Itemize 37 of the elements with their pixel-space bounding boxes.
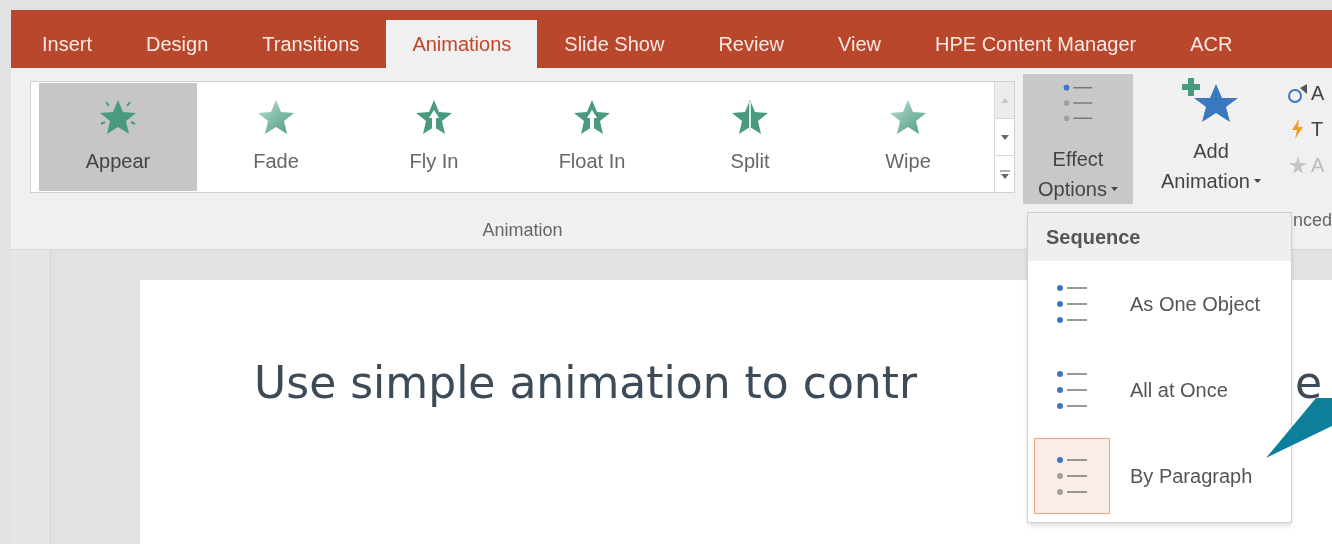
menu-item[interactable]: All at Once (1028, 347, 1291, 433)
caret-up-icon (1000, 97, 1009, 103)
ribbon-command[interactable]: A (1287, 80, 1325, 106)
bullet-list-icon (1061, 82, 1095, 124)
ribbon-tab[interactable]: Transitions (235, 20, 387, 68)
caret-down-icon (1110, 187, 1118, 191)
ribbon-tab[interactable]: Insert (15, 20, 120, 68)
bullet-list-icon (1055, 368, 1089, 412)
callout-pointer (1266, 398, 1332, 458)
bullet-list-icon (1055, 282, 1089, 326)
ribbon-tab[interactable]: ACR (1163, 20, 1260, 68)
animation-gallery-item[interactable]: Fly In (355, 83, 513, 191)
slide-title: Use simple animation to contr (254, 356, 918, 410)
caret-down-icon (1253, 179, 1261, 183)
animation-gallery-item[interactable]: Fade (197, 83, 355, 191)
add-animation-button[interactable]: Add Animation (1141, 76, 1281, 204)
slide-title: e (1294, 356, 1322, 410)
menu-header: Sequence (1028, 213, 1291, 261)
expand-icon (999, 169, 1010, 179)
ribbon-tab[interactable]: Animations (386, 20, 538, 68)
menu-item[interactable]: By Paragraph (1028, 433, 1291, 519)
ribbon-tab[interactable]: Design (119, 20, 236, 68)
group-label: nced (1292, 209, 1332, 232)
menu-item[interactable]: As One Object (1028, 261, 1291, 347)
effect-options-button[interactable]: Effect Options (1023, 74, 1133, 204)
ribbon-tab[interactable]: View (810, 20, 908, 68)
ribbon-tab[interactable]: HPE Content Manager (907, 20, 1164, 68)
caret-down-icon (1000, 134, 1009, 140)
group-label: Animation (482, 219, 563, 242)
animation-gallery-item[interactable]: Split (671, 83, 829, 191)
ribbon-tab[interactable]: Review (691, 20, 811, 68)
animation-gallery-item[interactable]: Wipe (829, 83, 987, 191)
animation-gallery-item[interactable]: Float In (513, 83, 671, 191)
bullet-list-icon (1055, 454, 1089, 498)
ribbon-command[interactable]: T (1287, 116, 1325, 142)
ribbon-tab[interactable]: Slide Show (537, 20, 692, 68)
animation-gallery-item[interactable]: Appear (39, 83, 197, 191)
